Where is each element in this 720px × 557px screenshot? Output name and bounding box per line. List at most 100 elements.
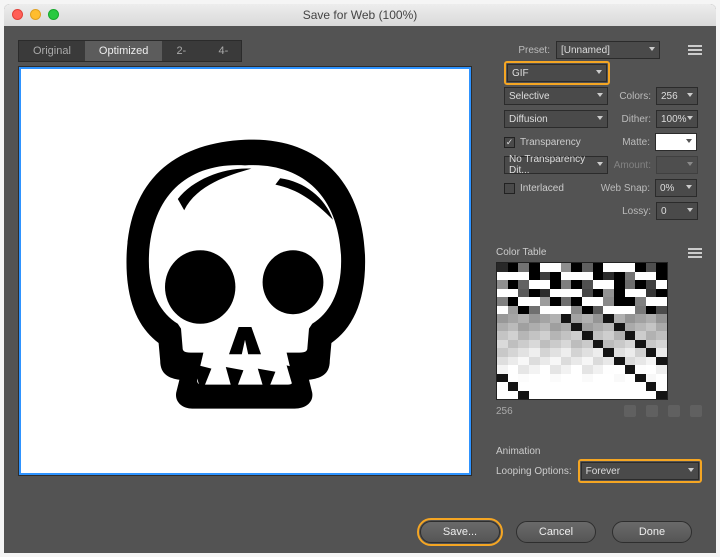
color-swatch[interactable] [635, 272, 646, 281]
color-swatch[interactable] [625, 340, 636, 349]
tab-4up[interactable]: 4-Up [205, 41, 247, 61]
color-swatch[interactable] [529, 348, 540, 357]
color-swatch[interactable] [508, 272, 519, 281]
done-button[interactable]: Done [612, 521, 692, 543]
color-swatch[interactable] [603, 263, 614, 272]
color-swatch[interactable] [593, 357, 604, 366]
color-swatch[interactable] [571, 297, 582, 306]
color-swatch[interactable] [529, 331, 540, 340]
delete-color-icon[interactable] [690, 405, 702, 417]
color-swatch[interactable] [561, 382, 572, 391]
color-swatch[interactable] [508, 289, 519, 298]
color-swatch[interactable] [582, 263, 593, 272]
color-swatch[interactable] [656, 297, 667, 306]
color-swatch[interactable] [625, 365, 636, 374]
color-swatch[interactable] [508, 331, 519, 340]
color-swatch[interactable] [646, 365, 657, 374]
color-swatch[interactable] [614, 382, 625, 391]
color-swatch[interactable] [603, 323, 614, 332]
color-swatch[interactable] [593, 272, 604, 281]
color-swatch[interactable] [593, 289, 604, 298]
color-swatch[interactable] [561, 263, 572, 272]
color-swatch[interactable] [529, 289, 540, 298]
color-swatch[interactable] [582, 374, 593, 383]
color-swatch[interactable] [550, 314, 561, 323]
color-swatch[interactable] [614, 263, 625, 272]
color-swatch[interactable] [625, 272, 636, 281]
color-swatch[interactable] [529, 391, 540, 400]
color-swatch[interactable] [582, 340, 593, 349]
color-swatch[interactable] [571, 314, 582, 323]
color-swatch[interactable] [646, 391, 657, 400]
color-swatch[interactable] [497, 314, 508, 323]
interlaced-checkbox[interactable] [504, 183, 515, 194]
color-swatch[interactable] [497, 357, 508, 366]
color-swatch[interactable] [614, 357, 625, 366]
color-swatch[interactable] [550, 348, 561, 357]
color-swatch[interactable] [625, 314, 636, 323]
color-swatch[interactable] [540, 272, 551, 281]
tab-optimized[interactable]: Optimized [85, 41, 163, 61]
color-swatch[interactable] [656, 391, 667, 400]
color-swatch[interactable] [656, 314, 667, 323]
color-swatch[interactable] [635, 374, 646, 383]
color-swatch[interactable] [656, 374, 667, 383]
color-swatch[interactable] [508, 357, 519, 366]
color-swatch[interactable] [540, 365, 551, 374]
color-swatch[interactable] [518, 314, 529, 323]
color-swatch[interactable] [518, 365, 529, 374]
color-swatch[interactable] [508, 365, 519, 374]
color-swatch[interactable] [614, 314, 625, 323]
color-swatch[interactable] [497, 331, 508, 340]
color-swatch[interactable] [561, 365, 572, 374]
color-swatch[interactable] [529, 314, 540, 323]
color-swatch[interactable] [508, 391, 519, 400]
color-swatch[interactable] [593, 323, 604, 332]
color-swatch[interactable] [571, 382, 582, 391]
color-swatch[interactable] [550, 382, 561, 391]
color-swatch[interactable] [518, 272, 529, 281]
color-swatch[interactable] [561, 280, 572, 289]
color-swatch[interactable] [635, 348, 646, 357]
color-swatch[interactable] [625, 331, 636, 340]
transparency-checkbox[interactable] [504, 137, 515, 148]
color-swatch[interactable] [582, 348, 593, 357]
color-swatch[interactable] [518, 340, 529, 349]
color-swatch[interactable] [603, 365, 614, 374]
color-table-menu-icon[interactable] [688, 248, 702, 258]
color-swatch[interactable] [656, 340, 667, 349]
color-swatch[interactable] [646, 340, 657, 349]
color-swatch[interactable] [561, 391, 572, 400]
color-swatch[interactable] [518, 289, 529, 298]
color-swatch[interactable] [529, 323, 540, 332]
color-swatch[interactable] [540, 306, 551, 315]
color-swatch[interactable] [646, 306, 657, 315]
color-swatch[interactable] [646, 272, 657, 281]
color-swatch[interactable] [614, 348, 625, 357]
color-swatch[interactable] [603, 340, 614, 349]
color-swatch[interactable] [646, 382, 657, 391]
color-swatch[interactable] [571, 340, 582, 349]
color-swatch[interactable] [561, 340, 572, 349]
color-swatch[interactable] [603, 374, 614, 383]
color-swatch[interactable] [625, 357, 636, 366]
color-swatch[interactable] [497, 365, 508, 374]
color-swatch[interactable] [518, 263, 529, 272]
color-swatch[interactable] [518, 374, 529, 383]
color-swatch[interactable] [614, 365, 625, 374]
color-swatch[interactable] [540, 391, 551, 400]
color-swatch[interactable] [550, 365, 561, 374]
color-swatch[interactable] [635, 314, 646, 323]
color-swatch[interactable] [593, 306, 604, 315]
color-swatch[interactable] [603, 382, 614, 391]
color-swatch[interactable] [646, 357, 657, 366]
color-swatch[interactable] [614, 280, 625, 289]
color-swatch[interactable] [550, 280, 561, 289]
color-swatch[interactable] [593, 391, 604, 400]
color-swatch[interactable] [529, 374, 540, 383]
color-swatch[interactable] [593, 280, 604, 289]
color-swatch[interactable] [571, 331, 582, 340]
color-swatch[interactable] [529, 306, 540, 315]
color-swatch[interactable] [550, 306, 561, 315]
color-swatch[interactable] [550, 340, 561, 349]
